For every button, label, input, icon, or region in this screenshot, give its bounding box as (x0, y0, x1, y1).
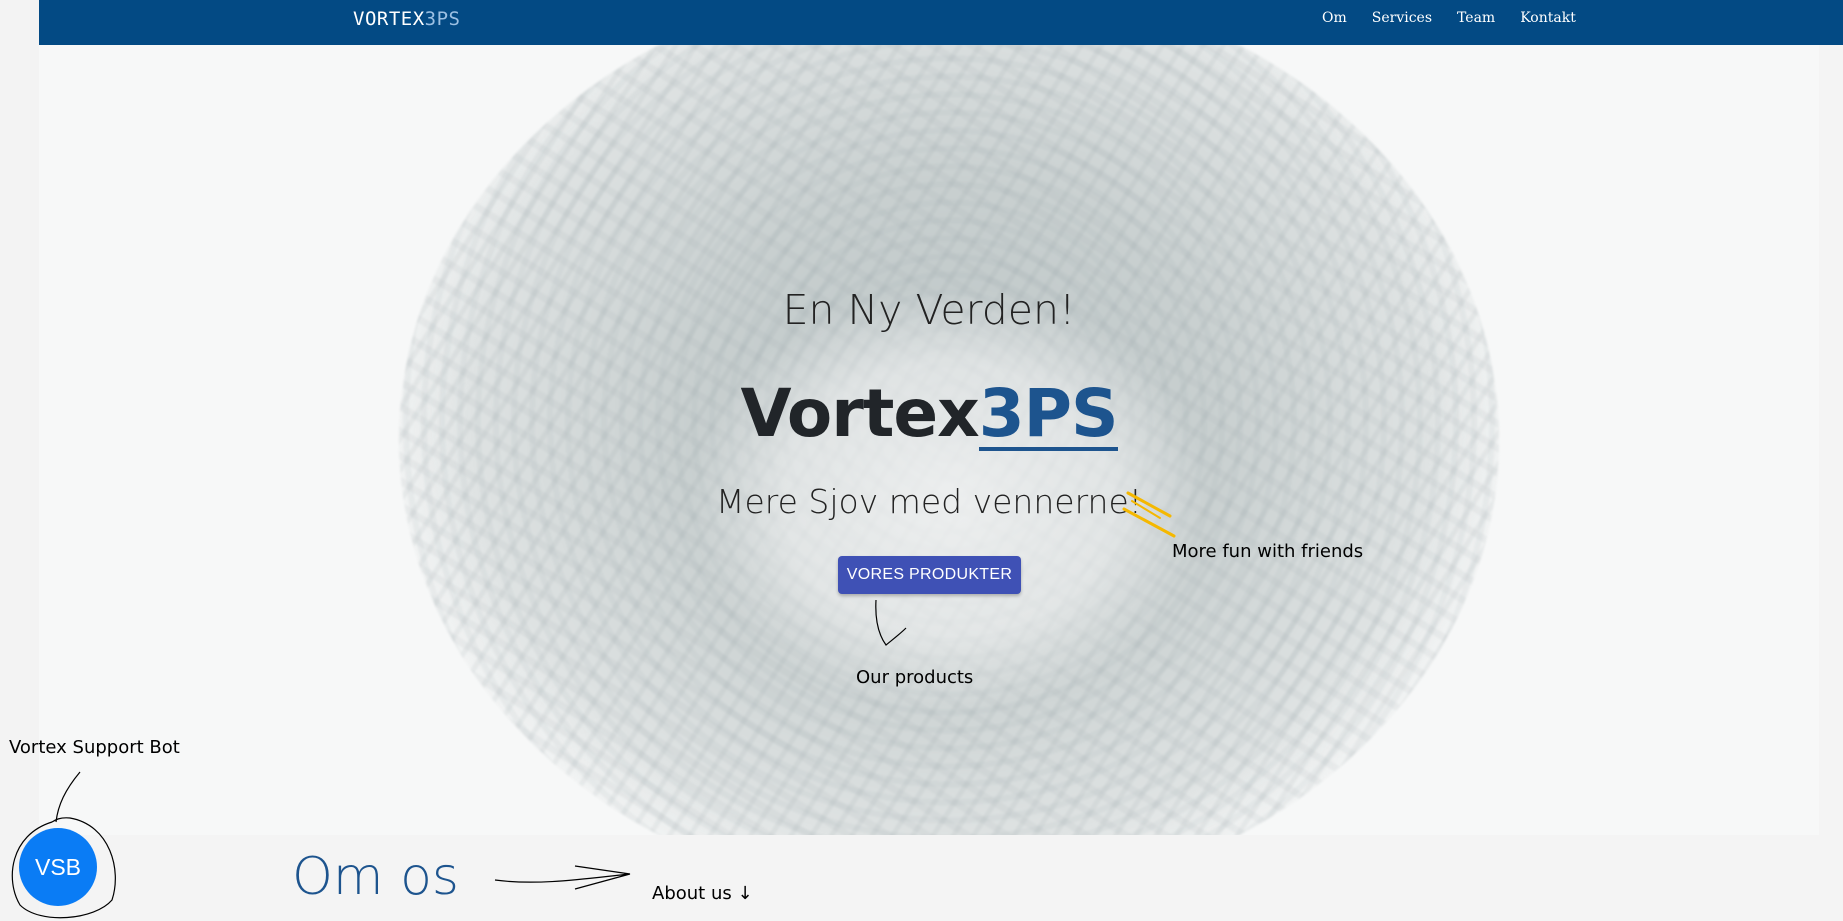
support-bot-button[interactable]: VSB (19, 828, 97, 906)
annotation-strokes (11, 491, 1176, 919)
